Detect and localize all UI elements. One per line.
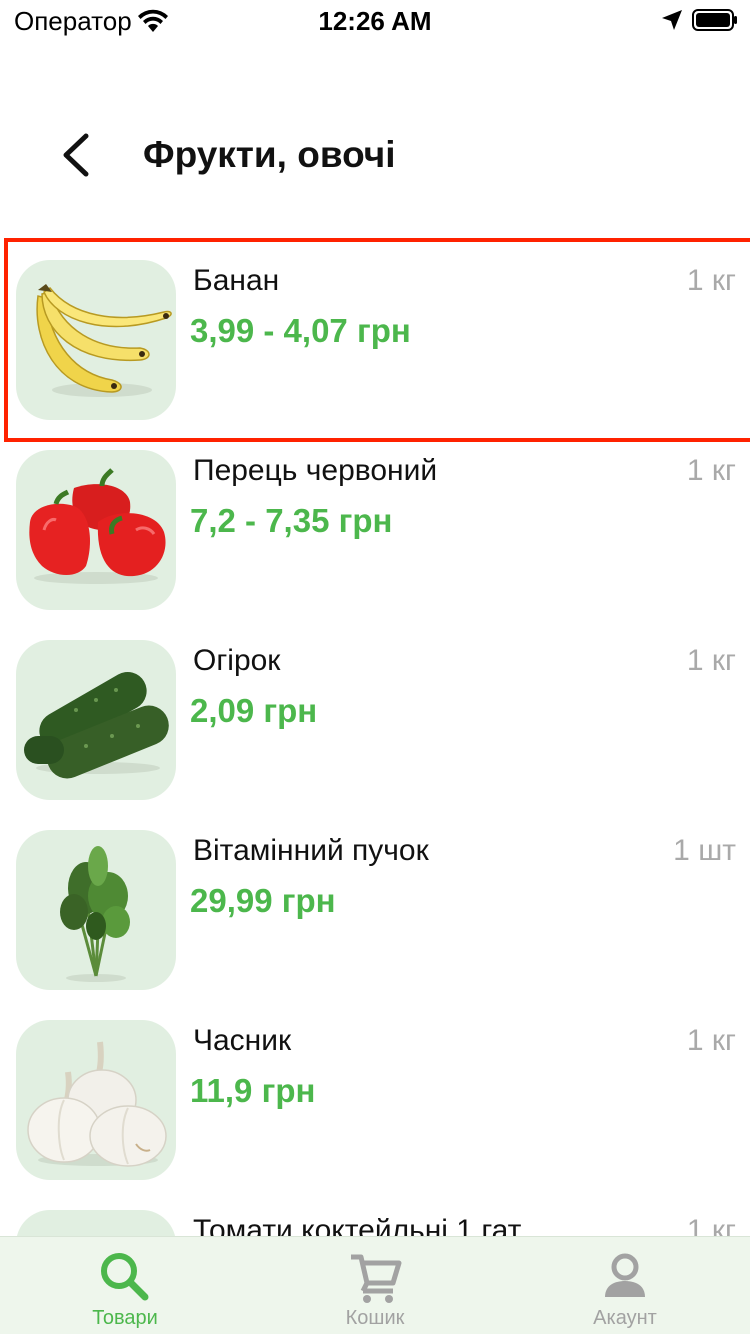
tab-bar: Товари Кошик Акаунт xyxy=(0,1236,750,1334)
product-name: Перець червоний xyxy=(193,454,438,487)
page-title: Фрукти, овочі xyxy=(143,134,396,175)
product-item-herbs-bunch[interactable]: Вітамінний пучок 29,99 грн 1 шт xyxy=(0,810,750,1000)
product-price: 2,09 грн xyxy=(190,692,318,729)
tab-cart[interactable]: Кошик xyxy=(250,1237,500,1334)
tab-label: Кошик xyxy=(345,1307,405,1329)
product-name: Вітамінний пучок xyxy=(193,834,429,867)
tab-products[interactable]: Товари xyxy=(0,1237,250,1334)
product-image xyxy=(16,830,176,990)
navigation-bar: Фрукти, овочі xyxy=(0,110,750,200)
product-price: 29,99 грн xyxy=(190,882,336,919)
product-item-garlic[interactable]: Часник 11,9 грн 1 кг xyxy=(0,1000,750,1190)
tab-account[interactable]: Акаунт xyxy=(500,1237,750,1334)
product-image xyxy=(16,260,176,420)
product-unit: 1 кг xyxy=(686,1024,736,1057)
back-chevron-icon[interactable] xyxy=(52,130,100,180)
screen: Оператор 12:26 AM Фрукти, овочі Банан 3,… xyxy=(0,0,750,1334)
cucumber-icon xyxy=(24,672,169,779)
product-price: 11,9 грн xyxy=(190,1072,316,1109)
product-item-cucumber[interactable]: Огірок 2,09 грн 1 кг xyxy=(0,620,750,810)
location-arrow-icon xyxy=(662,10,682,30)
herbs-bunch-icon xyxy=(60,846,130,982)
product-name: Огірок xyxy=(193,644,281,677)
product-image xyxy=(16,640,176,800)
product-unit: 1 шт xyxy=(673,834,736,867)
product-unit: 1 кг xyxy=(686,644,736,677)
search-icon xyxy=(101,1253,149,1301)
status-time: 12:26 AM xyxy=(318,6,432,36)
red-pepper-icon xyxy=(29,468,166,584)
product-image xyxy=(16,1020,176,1180)
product-unit: 1 кг xyxy=(686,264,736,297)
product-item-red-pepper[interactable]: Перець червоний 7,2 - 7,35 грн 1 кг xyxy=(0,430,750,620)
banana-icon xyxy=(36,284,172,397)
product-unit: 1 кг xyxy=(686,454,736,487)
product-item-banana[interactable]: Банан 3,99 - 4,07 грн 1 кг xyxy=(0,238,750,442)
status-bar: Оператор 12:26 AM xyxy=(0,0,750,40)
product-price: 7,2 - 7,35 грн xyxy=(190,502,393,539)
cart-icon xyxy=(351,1254,402,1303)
tab-label: Акаунт xyxy=(593,1307,657,1329)
product-price: 3,99 - 4,07 грн xyxy=(190,312,411,349)
battery-icon xyxy=(692,9,737,31)
garlic-icon xyxy=(27,1041,167,1167)
user-icon xyxy=(605,1253,645,1297)
product-name: Часник xyxy=(193,1024,292,1057)
product-list: Банан 3,99 - 4,07 грн 1 кг Перець червон… xyxy=(0,238,750,1334)
tab-label: Товари xyxy=(92,1307,158,1329)
product-name: Банан xyxy=(193,264,280,297)
product-image xyxy=(16,450,176,610)
